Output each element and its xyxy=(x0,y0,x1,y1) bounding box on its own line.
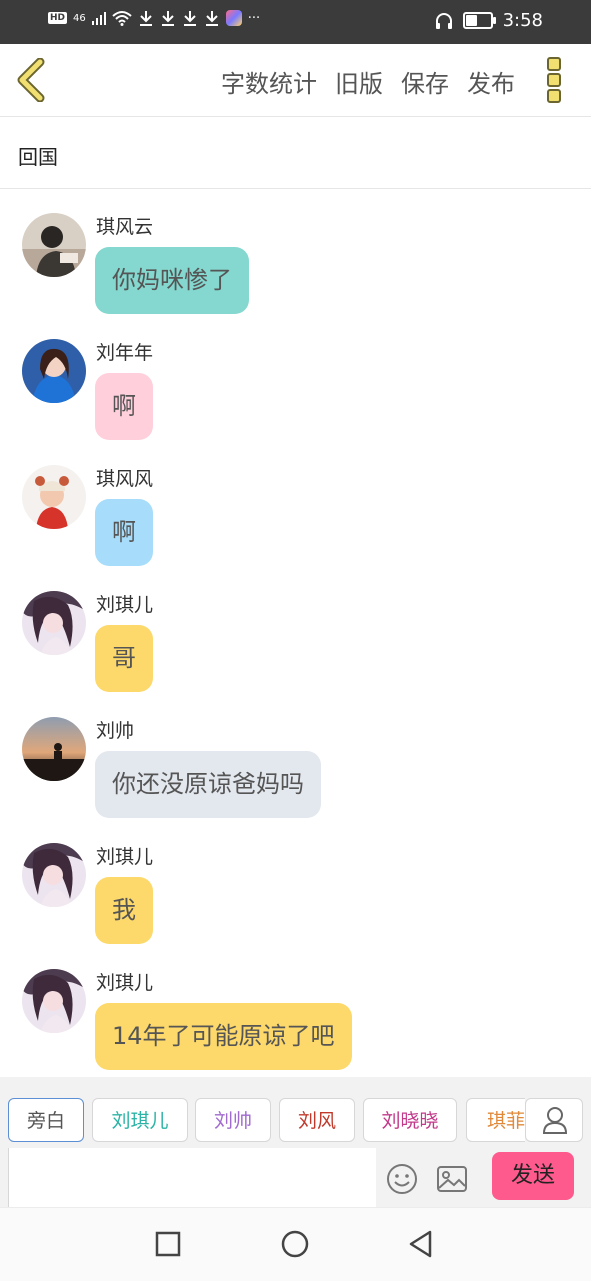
message-row[interactable]: 琪风风啊 xyxy=(22,442,562,568)
role-chip[interactable]: 刘风 xyxy=(279,1098,355,1142)
role-chip[interactable]: 刘琪儿 xyxy=(92,1098,188,1142)
status-left: HD 46 ··· xyxy=(48,10,260,26)
speaker-name: 刘帅 xyxy=(96,720,135,742)
download-icon xyxy=(205,11,218,26)
composer: 旁白 刘琪儿 刘帅 刘风 刘晓晓 琪菲 发送 xyxy=(0,1077,591,1207)
signal-icon xyxy=(91,12,106,25)
message-bubble[interactable]: 啊 xyxy=(95,373,153,440)
message-bubble[interactable]: 哥 xyxy=(95,625,153,692)
message-row[interactable]: 琪风云 你妈咪惨了 xyxy=(22,190,562,316)
wifi-icon xyxy=(112,11,132,26)
message-bubble[interactable]: 14年了可能原谅了吧 xyxy=(95,1003,352,1070)
person-icon xyxy=(542,1107,568,1134)
avatar[interactable] xyxy=(22,843,86,907)
message-bubble[interactable]: 我 xyxy=(95,877,153,944)
old-version-button[interactable]: 旧版 xyxy=(335,64,383,99)
chevron-left-icon xyxy=(17,57,45,103)
avatar[interactable] xyxy=(22,969,86,1033)
home-button[interactable] xyxy=(277,1226,313,1262)
status-right: 3:58 xyxy=(435,10,543,31)
role-chip[interactable]: 刘晓晓 xyxy=(363,1098,457,1142)
speaker-name: 琪风云 xyxy=(96,216,154,238)
toolbar-actions: 字数统计 旧版 保存 发布 xyxy=(221,64,515,99)
message-row[interactable]: 刘琪儿哥 xyxy=(22,568,562,694)
story-title-row[interactable]: 回国 xyxy=(0,117,591,189)
back-button[interactable] xyxy=(12,57,52,103)
triangle-back-icon xyxy=(409,1230,432,1258)
image-icon xyxy=(437,1166,467,1192)
role-chip[interactable]: 旁白 xyxy=(8,1098,84,1142)
more-notifications: ··· xyxy=(247,10,261,26)
role-selector[interactable]: 旁白 刘琪儿 刘帅 刘风 刘晓晓 琪菲 xyxy=(0,1077,525,1147)
more-dot xyxy=(547,89,561,103)
character-manager-button[interactable] xyxy=(525,1098,583,1142)
hd-badge: HD xyxy=(48,12,68,24)
editor-toolbar: 字数统计 旧版 保存 发布 xyxy=(0,44,591,117)
avatar[interactable] xyxy=(22,717,86,781)
download-icon xyxy=(139,11,152,26)
send-button[interactable]: 发送 xyxy=(492,1152,574,1200)
clock: 3:58 xyxy=(502,10,543,31)
network-type: 46 xyxy=(73,12,86,24)
message-list[interactable]: 琪风云 你妈咪惨了 刘年年啊琪风风啊刘琪儿哥刘帅 你还没原谅爸妈吗 刘琪儿我刘琪儿 14年… xyxy=(0,190,591,1076)
battery-level xyxy=(465,15,477,26)
message-row[interactable]: 刘年年啊 xyxy=(22,316,562,442)
role-chip[interactable]: 琪菲 xyxy=(466,1098,525,1142)
battery-icon xyxy=(462,12,496,29)
message-row[interactable]: 刘琪儿 14年了可能原谅了吧 xyxy=(22,946,562,1072)
emoji-button[interactable] xyxy=(386,1163,418,1195)
message-bubble[interactable]: 你还没原谅爸妈吗 xyxy=(95,751,321,818)
message-row[interactable]: 刘琪儿我 xyxy=(22,820,562,946)
word-count-button[interactable]: 字数统计 xyxy=(221,64,317,99)
speaker-name: 刘琪儿 xyxy=(96,846,154,868)
system-nav-bar xyxy=(0,1207,591,1281)
more-menu-button[interactable] xyxy=(547,57,567,103)
download-icon xyxy=(183,11,196,26)
avatar[interactable] xyxy=(22,465,86,529)
message-bubble[interactable]: 啊 xyxy=(95,499,153,566)
recent-apps-button[interactable] xyxy=(150,1226,186,1262)
smiley-icon xyxy=(387,1164,417,1194)
role-chip[interactable]: 刘帅 xyxy=(195,1098,271,1142)
speaker-name: 刘年年 xyxy=(96,342,154,364)
speaker-name: 刘琪儿 xyxy=(96,972,154,994)
speaker-name: 刘琪儿 xyxy=(96,594,154,616)
square-icon xyxy=(155,1231,181,1257)
app-notification-icon xyxy=(225,10,242,26)
circle-icon xyxy=(281,1230,309,1258)
status-bar: HD 46 ··· 3:58 xyxy=(0,0,591,44)
publish-button[interactable]: 发布 xyxy=(467,64,515,99)
speaker-name: 琪风风 xyxy=(96,468,154,490)
more-dot xyxy=(547,57,561,71)
avatar[interactable] xyxy=(22,591,86,655)
image-button[interactable] xyxy=(436,1165,468,1193)
story-title: 回国 xyxy=(18,145,58,169)
headphones-icon xyxy=(435,12,452,29)
message-input[interactable] xyxy=(8,1148,376,1207)
download-icon xyxy=(161,11,174,26)
message-bubble[interactable]: 你妈咪惨了 xyxy=(95,247,249,314)
avatar[interactable] xyxy=(22,339,86,403)
back-nav-button[interactable] xyxy=(403,1226,439,1262)
avatar[interactable] xyxy=(22,213,86,277)
save-button[interactable]: 保存 xyxy=(401,64,449,99)
more-dot xyxy=(547,73,561,87)
message-row[interactable]: 刘帅你还没原谅爸妈吗 xyxy=(22,694,562,820)
